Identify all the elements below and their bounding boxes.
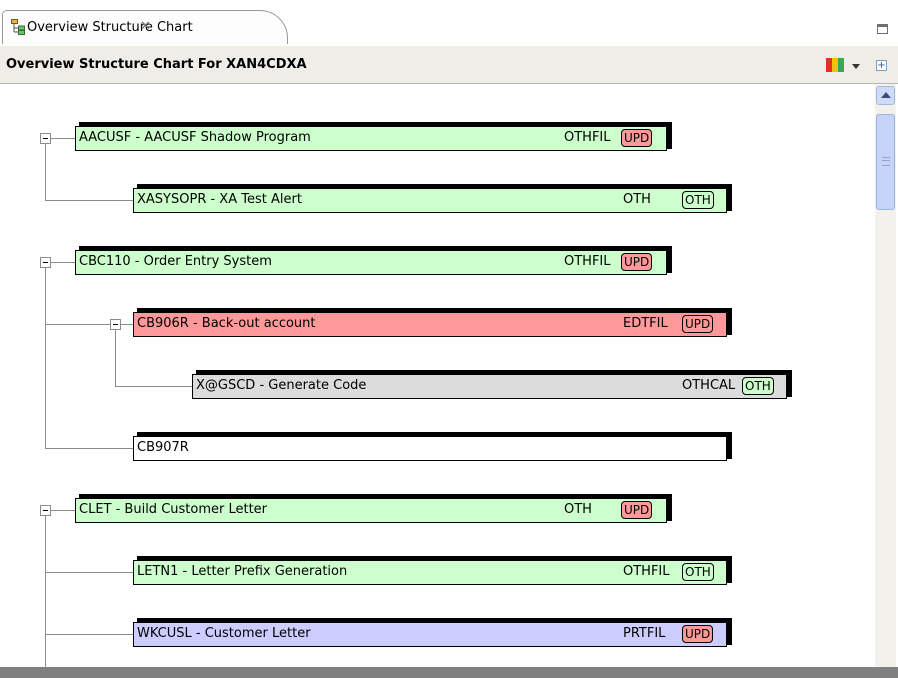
vertical-scrollbar[interactable] — [875, 84, 896, 668]
tree-connector-line — [45, 324, 110, 325]
structure-chart-canvas: AACUSF - AACUSF Shadow Program OTHFIL UPD X… — [0, 84, 875, 667]
close-icon[interactable]: ✕ — [140, 19, 151, 34]
node-box[interactable]: CB906R - Back-out account EDTFIL UPD — [133, 312, 727, 337]
node-name: CB907R — [137, 440, 189, 455]
chart-header: Overview Structure Chart For XAN4CDXA + — [0, 46, 898, 84]
node-name: CBC110 - Order Entry System — [79, 254, 272, 269]
editor-tab-strip: Overview Structure Chart ✕ — [0, 0, 898, 44]
tree-connector-line — [45, 143, 46, 200]
page-title: Overview Structure Chart For XAN4CDXA — [6, 57, 307, 72]
program-node[interactable]: CB906R - Back-out account EDTFIL UPD — [133, 308, 732, 337]
node-type: OTH — [564, 502, 592, 517]
node-box[interactable]: WKCUSL - Customer Letter PRTFIL UPD — [133, 622, 727, 647]
collapse-toggle-icon[interactable] — [40, 133, 51, 144]
node-name: X@GSCD - Generate Code — [196, 378, 367, 393]
node-box[interactable]: XASYSOPR - XA Test Alert OTH OTH — [133, 188, 727, 213]
program-node[interactable]: XASYSOPR - XA Test Alert OTH OTH — [133, 184, 732, 213]
program-node[interactable]: LETN1 - Letter Prefix Generation OTHFIL OT… — [133, 556, 732, 585]
node-box[interactable]: AACUSF - AACUSF Shadow Program OTHFIL UPD — [75, 126, 667, 151]
node-box[interactable]: X@GSCD - Generate Code OTHCAL OTH — [192, 374, 787, 399]
structure-chart-icon — [11, 19, 25, 35]
status-badge: UPD — [682, 625, 714, 643]
node-box[interactable]: LETN1 - Letter Prefix Generation OTHFIL OT… — [133, 560, 727, 585]
tree-connector-line — [115, 386, 192, 387]
node-type: OTHFIL — [564, 130, 611, 145]
node-type: PRTFIL — [623, 626, 666, 641]
status-badge: UPD — [621, 501, 653, 519]
node-type: EDTFIL — [623, 316, 668, 331]
program-node[interactable]: CBC110 - Order Entry System OTHFIL UPD — [75, 246, 672, 275]
node-type: OTH — [623, 192, 651, 207]
collapse-toggle-icon[interactable] — [40, 505, 51, 516]
scroll-up-button[interactable] — [876, 86, 895, 105]
node-type: OTHFIL — [564, 254, 611, 269]
collapse-toggle-icon[interactable] — [110, 319, 121, 330]
status-badge: UPD — [682, 315, 714, 333]
status-badge: UPD — [621, 129, 653, 147]
tree-connector-line — [45, 572, 133, 573]
node-box[interactable]: CLET - Build Customer Letter OTH UPD — [75, 498, 667, 523]
tree-connector-line — [45, 634, 133, 635]
status-badge: UPD — [621, 253, 653, 271]
status-badge: OTH — [682, 191, 714, 209]
node-type: OTHCAL — [682, 378, 736, 393]
program-node[interactable]: WKCUSL - Customer Letter PRTFIL UPD — [133, 618, 732, 647]
node-name: CB906R - Back-out account — [137, 316, 316, 331]
tree-connector-line — [115, 329, 116, 386]
program-node[interactable]: AACUSF - AACUSF Shadow Program OTHFIL UPD — [75, 122, 672, 151]
tree-connector-line — [45, 267, 46, 448]
program-node[interactable]: CB907R — [133, 432, 732, 461]
expand-all-icon[interactable]: + — [876, 60, 887, 71]
node-type: OTHFIL — [623, 564, 670, 579]
node-name: WKCUSL - Customer Letter — [137, 626, 311, 641]
tab-label: Overview Structure Chart — [27, 20, 193, 35]
collapse-toggle-icon[interactable] — [40, 257, 51, 268]
node-name: LETN1 - Letter Prefix Generation — [137, 564, 348, 579]
bottom-border — [0, 667, 898, 678]
program-node[interactable]: X@GSCD - Generate Code OTHCAL OTH — [192, 370, 792, 399]
tree-connector-line — [45, 515, 46, 667]
node-name: CLET - Build Customer Letter — [79, 502, 268, 517]
tab-overview-structure-chart[interactable]: Overview Structure Chart ✕ — [2, 10, 288, 44]
status-badge: OTH — [742, 377, 774, 395]
node-name: XASYSOPR - XA Test Alert — [137, 192, 302, 207]
tree-connector-line — [45, 448, 133, 449]
color-legend-icon[interactable] — [826, 58, 844, 72]
status-badge: OTH — [682, 563, 714, 581]
tree-connector-line — [121, 324, 133, 325]
grip-icon — [882, 157, 890, 166]
tree-connector-line — [45, 200, 133, 201]
chevron-down-icon[interactable] — [852, 64, 860, 69]
node-box[interactable]: CBC110 - Order Entry System OTHFIL UPD — [75, 250, 667, 275]
program-node[interactable]: CLET - Build Customer Letter OTH UPD — [75, 494, 672, 523]
node-box[interactable]: CB907R — [133, 436, 727, 461]
scroll-thumb[interactable] — [876, 114, 895, 210]
maximize-icon[interactable] — [877, 24, 888, 34]
node-name: AACUSF - AACUSF Shadow Program — [79, 130, 311, 145]
